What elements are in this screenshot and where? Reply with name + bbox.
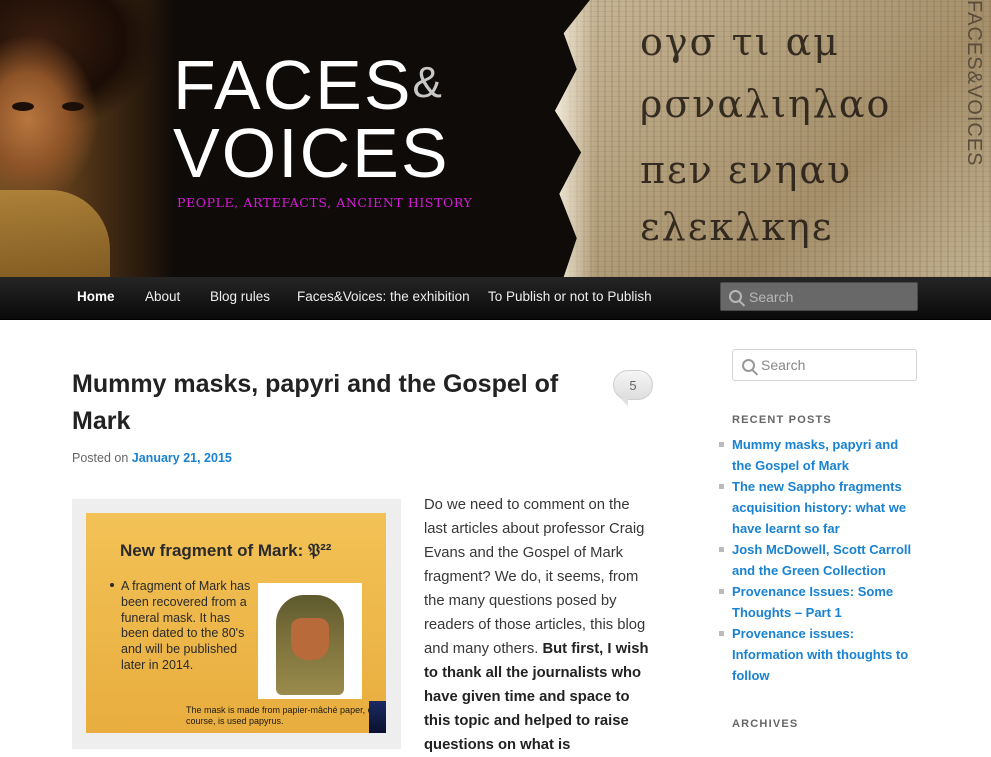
nav-search-placeholder: Search: [749, 289, 794, 305]
slide-image[interactable]: New fragment of Mark: 𝔓²² A fragment of …: [86, 513, 386, 733]
recent-post-link[interactable]: Josh McDowell, Scott Carroll and the Gre…: [718, 539, 918, 581]
recent-posts-list: Mummy masks, papyri and the Gospel of Ma…: [718, 434, 918, 686]
post-meta: Posted on January 21, 2015: [72, 451, 232, 465]
sidebar-search-placeholder: Search: [761, 357, 806, 373]
nav-search-input[interactable]: Search: [720, 282, 918, 311]
recent-post-link[interactable]: The new Sappho fragments acquisition his…: [718, 476, 918, 539]
recent-posts-title: RECENT POSTS: [732, 414, 832, 426]
nav-item-exhibition[interactable]: Faces&Voices: the exhibition: [297, 277, 470, 319]
papyrus-image: ογσ τι αμ ρσναλιηλαο πεν ενηαυ ελεκλκηε: [555, 0, 991, 277]
nav-item-about[interactable]: About: [145, 277, 180, 319]
sidebar-search-input[interactable]: Search: [732, 349, 917, 381]
recent-post-link[interactable]: Provenance issues: Information with thou…: [718, 623, 918, 686]
posted-on-label: Posted on: [72, 451, 129, 465]
slide-title: New fragment of Mark: 𝔓²²: [120, 541, 332, 560]
archives-title: ARCHIVES: [732, 718, 799, 730]
post-body: Do we need to comment on the last articl…: [424, 497, 649, 753]
post-title[interactable]: Mummy masks, papyri and the Gospel of Ma…: [72, 366, 582, 440]
comment-count-bubble[interactable]: 5: [613, 370, 653, 406]
recent-post-link[interactable]: Provenance Issues: Some Thoughts – Part …: [718, 581, 918, 623]
nav-item-blog-rules[interactable]: Blog rules: [210, 277, 270, 319]
site-logo[interactable]: FACES& VOICES: [173, 50, 450, 188]
video-inset: [369, 701, 386, 733]
fayum-portrait-image: [0, 0, 175, 277]
nav-item-to-publish[interactable]: To Publish or not to Publish: [488, 277, 652, 319]
search-icon: [742, 359, 755, 372]
post-date-link[interactable]: January 21, 2015: [132, 451, 232, 465]
search-icon: [729, 290, 742, 303]
side-logo-text: FACES&VOICES: [963, 0, 985, 167]
nav-item-home[interactable]: Home: [77, 277, 115, 319]
header-banner[interactable]: ογσ τι αμ ρσναλιηλαο πεν ενηαυ ελεκλκηε …: [0, 0, 991, 277]
recent-post-link[interactable]: Mummy masks, papyri and the Gospel of Ma…: [718, 434, 918, 476]
slide-note: The mask is made from papier-mâché paper…: [186, 705, 376, 726]
slide-text: A fragment of Mark has been recovered fr…: [121, 579, 251, 672]
site-tagline: PEOPLE, ARTEFACTS, ANCIENT HISTORY: [177, 195, 473, 210]
